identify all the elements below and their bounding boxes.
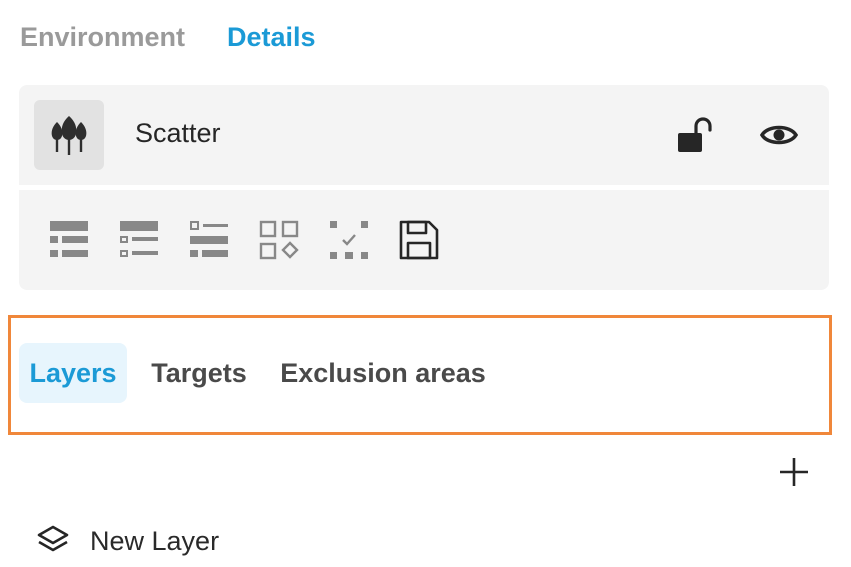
sub-tabs: Layers Targets Exclusion areas <box>8 315 832 435</box>
list-view-filled-icon[interactable] <box>47 218 91 262</box>
layer-item[interactable]: New Layer <box>36 518 219 564</box>
add-layer-button[interactable] <box>774 452 814 492</box>
top-tabs: Environment Details <box>20 22 316 53</box>
layers-icon <box>37 525 69 552</box>
view-toolbar <box>19 190 829 290</box>
list-view-outline-icon[interactable] <box>187 218 231 262</box>
plus-icon <box>780 458 808 486</box>
trees-icon <box>34 100 104 170</box>
tab-layers[interactable]: Layers <box>19 343 127 403</box>
object-header: Scatter <box>19 85 829 185</box>
layer-label: New Layer <box>90 525 220 556</box>
list-view-detail-icon[interactable] <box>117 218 161 262</box>
selection-check-icon[interactable] <box>327 218 371 262</box>
object-name: Scatter <box>135 118 221 148</box>
save-icon[interactable] <box>397 218 441 262</box>
unlocked-padlock-icon[interactable] <box>675 115 715 155</box>
grid-shapes-icon[interactable] <box>257 218 301 262</box>
tab-targets[interactable]: Targets <box>143 343 255 403</box>
tab-exclusion-areas[interactable]: Exclusion areas <box>275 343 491 403</box>
tab-environment[interactable]: Environment <box>20 22 185 53</box>
tab-details[interactable]: Details <box>227 22 316 53</box>
eye-icon[interactable] <box>759 115 799 155</box>
